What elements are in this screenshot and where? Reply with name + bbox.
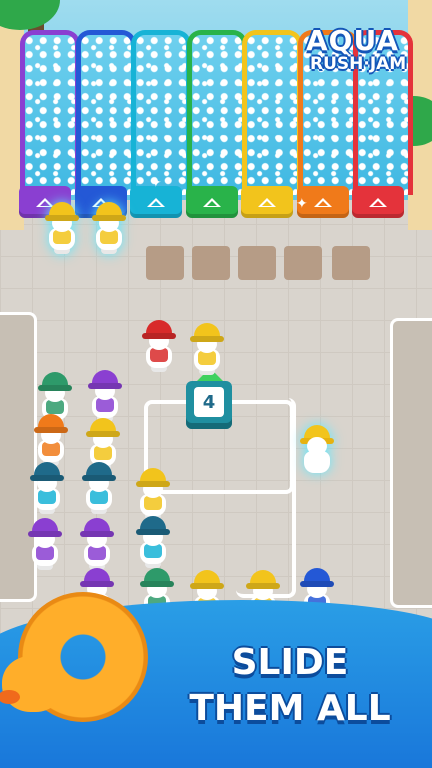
slide-arrow-icon [258,197,276,207]
passenger-character[interactable] [92,202,126,254]
slide-arrow-icon [369,197,387,207]
tagline-line2: THEM ALL [189,688,391,729]
passenger-character[interactable] [142,320,176,372]
waiting-slot[interactable] [332,246,370,280]
slide-arrow-icon [313,197,332,207]
slide-lane [75,30,136,195]
passenger-character[interactable] [82,462,116,514]
passenger-character[interactable] [45,202,79,254]
passenger-character[interactable] [136,468,170,520]
waiting-slot[interactable] [284,246,322,280]
slide-arrow-icon [147,197,165,207]
passenger-character[interactable] [28,518,62,570]
waiting-slot[interactable] [146,246,184,280]
board-wall-right [390,318,432,608]
counter-block[interactable]: 4 [186,381,232,429]
game-logo: AQUA RUSH·JAM [300,24,426,94]
passenger-character[interactable] [80,518,114,570]
slide-arrow-icon [202,197,221,207]
track-curve [236,398,296,598]
logo-title: AQUA [306,24,400,57]
passenger-character[interactable] [30,462,64,514]
counter-number: 4 [194,387,224,417]
slide-lane [131,30,191,195]
passenger-character[interactable] [136,516,170,568]
game-screen: ✦ ✦ ✦ ✦ ✦ ✦ AQUA RUSH·JAM 4 SLIDE THEM A… [0,0,432,768]
passenger-character[interactable] [34,414,68,466]
slide-lane [242,30,302,195]
slide-lane [20,30,80,195]
tagline: SLIDE THEM ALL [160,640,420,732]
sparkle-icon: ✦ [150,175,162,191]
lane-entry-button[interactable] [352,186,404,218]
tagline-line1: SLIDE [231,642,349,683]
sparkle-icon: ✦ [296,196,308,212]
sliding-character[interactable] [300,425,334,477]
slide-lane [186,30,247,195]
lane-entry-button[interactable] [185,186,238,218]
waiting-slot[interactable] [192,246,230,280]
lane-entry-button[interactable] [241,186,293,218]
waiting-slot[interactable] [238,246,276,280]
logo-subtitle: RUSH·JAM [310,54,407,74]
passenger-character[interactable] [88,370,122,422]
passenger-character[interactable] [190,323,224,375]
